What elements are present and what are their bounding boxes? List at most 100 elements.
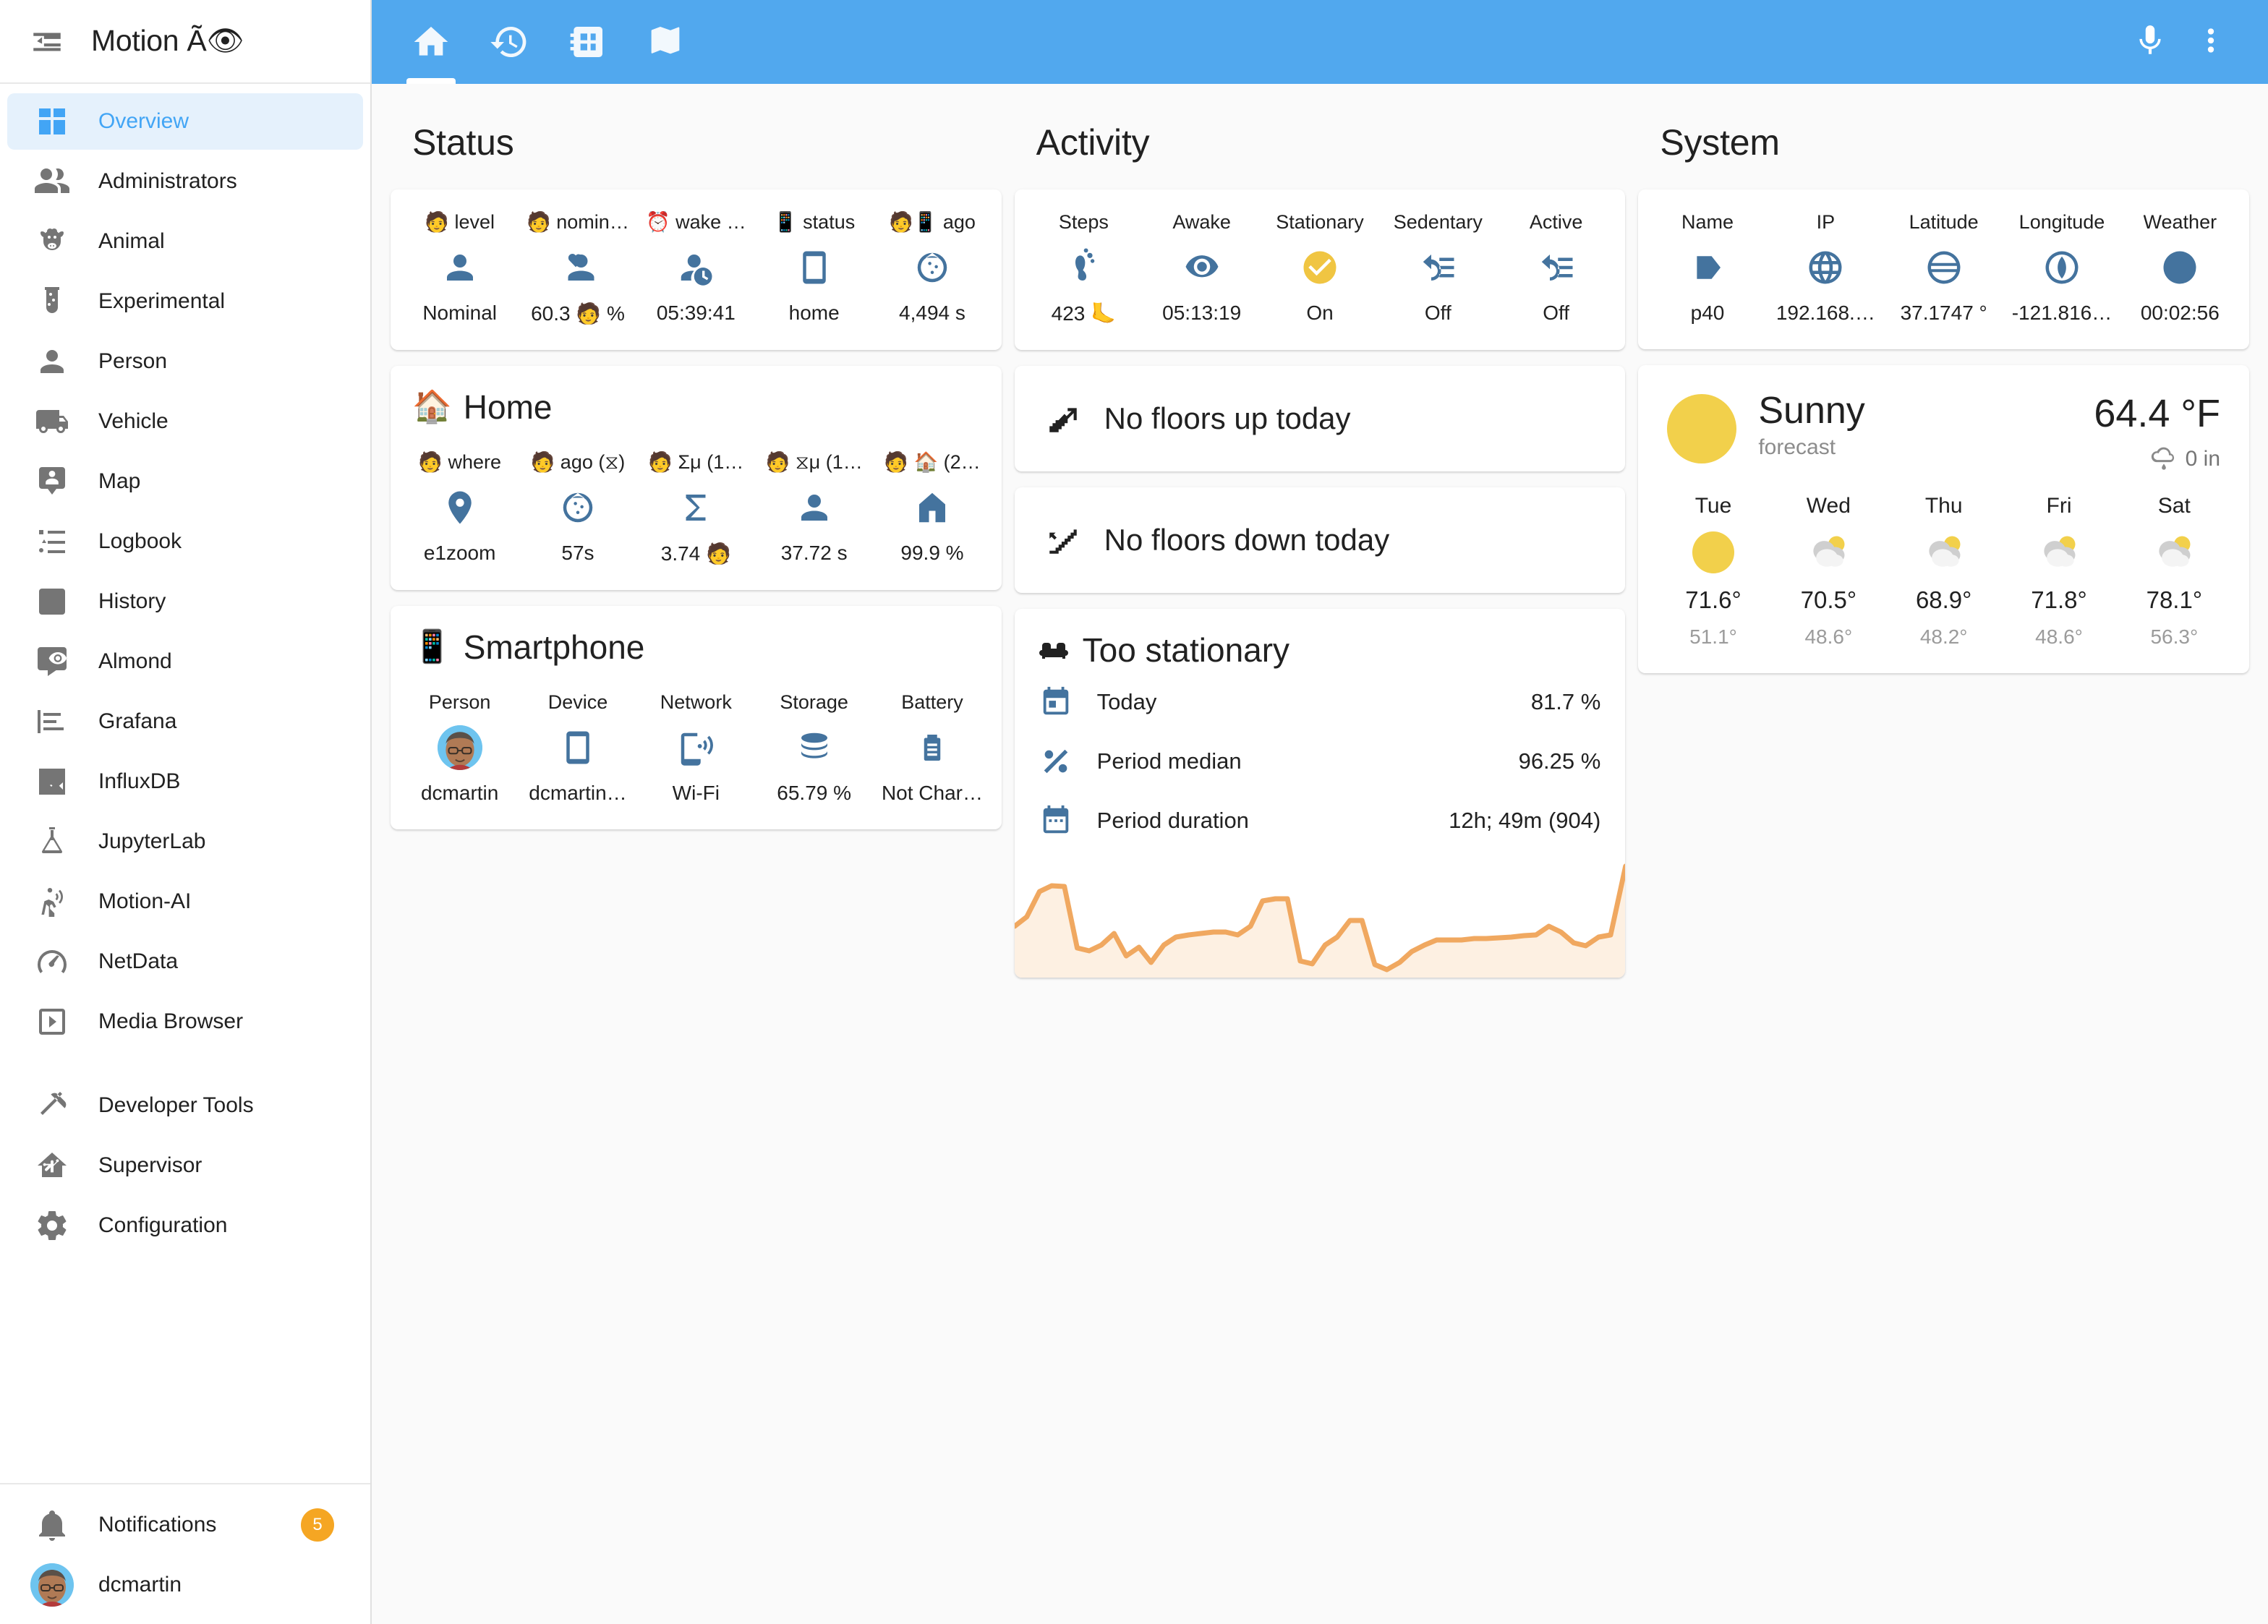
glance-item[interactable]: 📱 status home: [755, 211, 873, 325]
floors-up-row[interactable]: No floors up today: [1015, 366, 1626, 471]
tab-map[interactable]: [631, 0, 700, 84]
sidebar-item-label: Animal: [98, 229, 165, 254]
glance-item[interactable]: 🧑 🏠 (2… 99.9 %: [873, 451, 991, 565]
glance-item[interactable]: Latitude 37.1747 °: [1885, 211, 2003, 325]
glance-value: 3.74 🧑: [661, 542, 731, 565]
entity-row-period-median[interactable]: Period median 96.25 %: [1015, 732, 1626, 791]
glance-item[interactable]: 🧑 nomin… 60.3 🧑 %: [519, 211, 636, 325]
floors-down-card[interactable]: No floors down today: [1015, 487, 1626, 593]
sidebar-item-label: Motion-AI: [98, 889, 191, 914]
glance-item[interactable]: Name p40: [1648, 211, 1766, 325]
glance-item[interactable]: Battery Not Char…: [873, 691, 991, 805]
weather-readings: 64.4 °F 0 in: [2094, 391, 2220, 474]
sidebar-item-almond[interactable]: Almond: [7, 633, 363, 690]
glance-value: Nominal: [422, 302, 497, 325]
floors-up-card[interactable]: No floors up today: [1015, 366, 1626, 471]
home-assistant-icon: [33, 1147, 71, 1184]
dots-vertical-icon[interactable]: [2193, 22, 2229, 62]
tab-dashboard[interactable]: [553, 0, 622, 84]
map-marker-icon: [440, 487, 479, 529]
cow-icon: [33, 223, 71, 260]
weather-temperature: 64.4 °F: [2094, 391, 2220, 436]
glance-item[interactable]: 🧑 ⧖μ (1… 37.72 s: [755, 451, 873, 565]
sidebar-item-label: Vehicle: [98, 409, 169, 434]
entity-row-period-duration[interactable]: Period duration 12h; 49m (904): [1015, 791, 1626, 850]
latitude-icon: [1924, 247, 1964, 289]
cellphone-wireless-icon: [676, 727, 715, 769]
sidebar-item-configuration[interactable]: Configuration: [7, 1197, 363, 1254]
glance-item[interactable]: Person: [401, 691, 519, 805]
app-title: Motion Ã👁: [91, 24, 244, 59]
forecast-low: 48.6°: [1804, 625, 1852, 649]
glance-item[interactable]: ⏰ wake … 05:39:41: [637, 211, 755, 325]
sidebar-item-map[interactable]: Map: [7, 453, 363, 510]
truck-icon: [33, 403, 71, 440]
sidebar-item-logbook[interactable]: Logbook: [7, 513, 363, 570]
sidebar-item-label: dcmartin: [98, 1573, 182, 1597]
glance-label: Awake: [1172, 211, 1231, 234]
sidebar-item-motion-ai[interactable]: Motion-AI: [7, 873, 363, 930]
glance-item[interactable]: Awake 05:13:19: [1143, 211, 1261, 325]
glance-item[interactable]: 🧑 Σμ (1… 3.74 🧑: [637, 451, 755, 565]
sidebar-item-developer-tools[interactable]: Developer Tools: [7, 1077, 363, 1134]
calendar-range-icon: [1039, 804, 1073, 837]
glance-item[interactable]: IP 192.168.…: [1767, 211, 1885, 325]
sidebar-item-influxdb[interactable]: InfluxDB: [7, 753, 363, 810]
hammer-wrench-icon: [33, 1087, 71, 1124]
sidebar-item-vehicle[interactable]: Vehicle: [7, 393, 363, 450]
sidebar-item-person[interactable]: Person: [7, 333, 363, 390]
weather-condition: Sunny: [1758, 391, 1864, 431]
sidebar-item-history[interactable]: History: [7, 573, 363, 630]
sidebar-item-jupyterlab[interactable]: JupyterLab: [7, 813, 363, 870]
sidebar-item-media-browser[interactable]: Media Browser: [7, 993, 363, 1050]
sidebar-item-label: Supervisor: [98, 1153, 202, 1178]
sidebar-item-experimental[interactable]: Experimental: [7, 273, 363, 330]
entity-row-today[interactable]: Today 81.7 %: [1015, 672, 1626, 732]
glance-item[interactable]: Sedentary Off: [1379, 211, 1497, 325]
sidebar-item-grafana[interactable]: Grafana: [7, 693, 363, 750]
sidebar-item-administrators[interactable]: Administrators: [7, 153, 363, 210]
sidebar-item-label: JupyterLab: [98, 829, 205, 854]
glance-item[interactable]: 🧑 where e1zoom: [401, 451, 519, 565]
forecast-high: 78.1°: [2146, 586, 2202, 614]
glance-item[interactable]: Network Wi-Fi: [637, 691, 755, 805]
floors-down-row[interactable]: No floors down today: [1015, 487, 1626, 593]
tab-history[interactable]: [474, 0, 544, 84]
menu-collapse-icon[interactable]: [19, 13, 75, 69]
sidebar-item-user[interactable]: dcmartin: [7, 1557, 363, 1613]
glance-item[interactable]: Storage 65.79 %: [755, 691, 873, 805]
timer-sand-icon: [913, 247, 952, 289]
glance-label: Sedentary: [1394, 211, 1483, 234]
glance-item[interactable]: Stationary On: [1261, 211, 1378, 325]
sidebar-item-netdata[interactable]: NetData: [7, 933, 363, 990]
glance-item[interactable]: Device dcmartin…: [519, 691, 636, 805]
partly-cloudy-icon: [1804, 530, 1852, 575]
microphone-icon[interactable]: [2132, 22, 2168, 62]
glance-value: 37.72 s: [781, 542, 848, 565]
test-tube-icon: [33, 283, 71, 320]
sidebar-item-notifications[interactable]: Notifications 5: [7, 1497, 363, 1553]
glance-row: 🧑 level Nominal 🧑 nomin… 60.3 🧑 % ⏰ wake…: [391, 189, 1002, 350]
glance-item[interactable]: Longitude -121.816…: [2003, 211, 2120, 325]
glance-item[interactable]: 🧑📱 ago 4,494 s: [873, 211, 991, 325]
sidebar-item-overview[interactable]: Overview: [7, 93, 363, 150]
glance-item[interactable]: 🧑 ago (⧖) 57s: [519, 451, 636, 565]
glance-item[interactable]: Weather 00:02:56: [2121, 211, 2239, 325]
glance-item[interactable]: 🧑 level Nominal: [401, 211, 519, 325]
sidebar-item-supervisor[interactable]: Supervisor: [7, 1137, 363, 1194]
forecast-day-name: Tue: [1695, 494, 1732, 518]
calendar-today-icon: [1039, 685, 1073, 719]
tab-home[interactable]: [396, 0, 466, 84]
glance-item[interactable]: Active Off: [1497, 211, 1615, 325]
too-stationary-card: Too stationary Today 81.7 % Period media…: [1015, 609, 1626, 978]
forecast-day-name: Fri: [2047, 494, 2072, 518]
weather-subtitle: forecast: [1758, 435, 1864, 460]
forecast-high: 71.8°: [2031, 586, 2086, 614]
glance-item[interactable]: Steps 423 🦶: [1025, 211, 1143, 325]
glance-label: Active: [1530, 211, 1583, 234]
glance-row: 🧑 where e1zoom 🧑 ago (⧖) 57s 🧑 Σμ (1…: [391, 429, 1002, 590]
glance-value: 57s: [561, 542, 594, 565]
floors-down-text: No floors down today: [1104, 523, 1390, 557]
sidebar-item-label: History: [98, 589, 166, 614]
sidebar-item-animal[interactable]: Animal: [7, 213, 363, 270]
